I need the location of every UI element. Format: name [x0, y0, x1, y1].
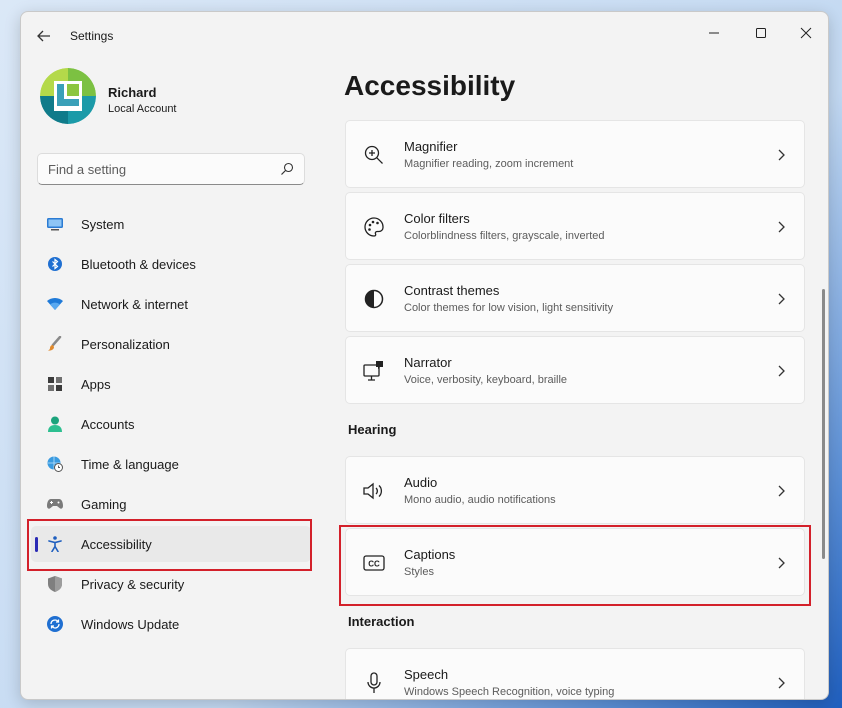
- card-title: Contrast themes: [404, 283, 500, 298]
- avatar-logo-icon: [40, 68, 96, 124]
- app-title: Settings: [70, 29, 114, 43]
- speaker-icon: [362, 479, 386, 503]
- profile-name: Richard: [108, 85, 157, 100]
- profile-account-type: Local Account: [108, 103, 177, 115]
- card-subtitle: Voice, verbosity, keyboard, braille: [404, 374, 568, 386]
- card-title: Speech: [404, 667, 449, 682]
- wifi-icon: [47, 296, 63, 312]
- close-button[interactable]: [784, 18, 828, 48]
- sidebar-item-apps[interactable]: Apps: [31, 366, 311, 402]
- chevron-right-icon: [778, 149, 785, 161]
- brush-icon: [47, 336, 63, 352]
- card-contrast-themes[interactable]: Contrast themes Color themes for low vis…: [345, 264, 805, 332]
- sidebar-item-label: Time & language: [81, 457, 179, 472]
- search-input[interactable]: [48, 154, 268, 184]
- sidebar-item-bluetooth[interactable]: Bluetooth & devices: [31, 246, 311, 282]
- chevron-right-icon: [778, 677, 785, 689]
- sidebar-item-label: Bluetooth & devices: [81, 257, 196, 272]
- apps-icon: [47, 376, 63, 392]
- narrator-icon: [362, 359, 386, 383]
- card-color-filters[interactable]: Color filters Colorblindness filters, gr…: [345, 192, 805, 260]
- section-label-hearing: Hearing: [348, 422, 397, 437]
- globe-clock-icon: [47, 456, 63, 472]
- sidebar-item-label: System: [81, 217, 125, 232]
- sidebar-item-label: Gaming: [81, 497, 127, 512]
- chevron-right-icon: [778, 221, 785, 233]
- sidebar-item-label: Privacy & security: [81, 577, 185, 592]
- minimize-icon: [709, 32, 719, 34]
- magnifier-icon: [362, 143, 386, 167]
- back-button[interactable]: [31, 24, 57, 48]
- sidebar-item-gaming[interactable]: Gaming: [31, 486, 311, 522]
- search-icon: [281, 162, 294, 175]
- chevron-right-icon: [778, 293, 785, 305]
- sidebar-item-privacy[interactable]: Privacy & security: [31, 566, 311, 602]
- back-arrow-icon: [37, 30, 50, 42]
- settings-window: Settings Richard Local Account Find a se…: [20, 11, 829, 700]
- title-bar: Settings: [21, 12, 828, 58]
- sidebar-item-personalization[interactable]: Personalization: [31, 326, 311, 362]
- minimize-button[interactable]: [692, 18, 736, 48]
- card-speech[interactable]: Speech Windows Speech Recognition, voice…: [345, 648, 805, 699]
- sidebar-item-accounts[interactable]: Accounts: [31, 406, 311, 442]
- sidebar-item-system[interactable]: System: [31, 206, 311, 242]
- sidebar-item-windows-update[interactable]: Windows Update: [31, 606, 311, 642]
- maximize-button[interactable]: [739, 18, 783, 48]
- sidebar-item-label: Network & internet: [81, 297, 188, 312]
- card-audio[interactable]: Audio Mono audio, audio notifications: [345, 456, 805, 524]
- section-label-interaction: Interaction: [348, 614, 415, 629]
- card-subtitle: Windows Speech Recognition, voice typing: [404, 686, 615, 698]
- microphone-icon: [362, 671, 386, 695]
- sidebar-item-time-language[interactable]: Time & language: [31, 446, 311, 482]
- avatar[interactable]: [40, 68, 96, 124]
- sidebar-item-label: Windows Update: [81, 617, 180, 632]
- update-icon: [47, 616, 63, 632]
- sidebar-nav: System Bluetooth & devices Network & int…: [31, 206, 311, 646]
- highlight-box-captions: [339, 525, 811, 606]
- shield-icon: [47, 576, 63, 592]
- sidebar-item-label: Personalization: [81, 337, 170, 352]
- page-title: Accessibility: [344, 70, 516, 101]
- card-title: Color filters: [404, 211, 470, 226]
- card-title: Audio: [404, 475, 438, 490]
- contrast-icon: [362, 287, 386, 311]
- card-magnifier[interactable]: Magnifier Magnifier reading, zoom increm…: [345, 120, 805, 188]
- card-subtitle: Color themes for low vision, light sensi…: [404, 302, 614, 314]
- card-subtitle: Mono audio, audio notifications: [404, 494, 556, 506]
- highlight-box-accessibility: [27, 519, 312, 571]
- scrollbar[interactable]: [822, 289, 825, 559]
- chevron-right-icon: [778, 485, 785, 497]
- person-icon: [47, 416, 63, 432]
- card-subtitle: Colorblindness filters, grayscale, inver…: [404, 230, 605, 242]
- card-narrator[interactable]: Narrator Voice, verbosity, keyboard, bra…: [345, 336, 805, 404]
- sidebar-item-label: Apps: [81, 377, 111, 392]
- card-subtitle: Magnifier reading, zoom increment: [404, 158, 574, 170]
- palette-icon: [362, 215, 386, 239]
- sidebar-item-network[interactable]: Network & internet: [31, 286, 311, 322]
- chevron-right-icon: [778, 365, 785, 377]
- gamepad-icon: [47, 496, 63, 512]
- bluetooth-icon: [47, 256, 63, 272]
- card-title: Narrator: [404, 355, 452, 370]
- maximize-icon: [756, 28, 766, 38]
- sidebar-item-label: Accounts: [81, 417, 135, 432]
- search-box[interactable]: [37, 153, 305, 185]
- close-icon: [800, 27, 812, 39]
- monitor-icon: [47, 216, 63, 232]
- card-title: Magnifier: [404, 139, 458, 154]
